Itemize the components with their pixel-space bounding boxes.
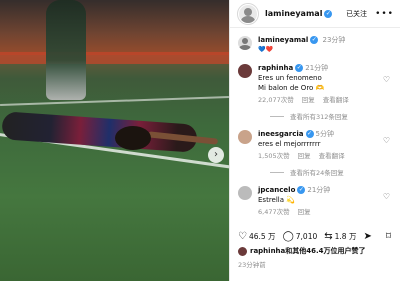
advertising-board xyxy=(0,52,229,64)
save-button[interactable]: ⌑ xyxy=(386,231,393,242)
share-button[interactable]: ➤ xyxy=(363,231,373,242)
comment-meta: 22,077次赞 回复 查看翻译 xyxy=(258,95,400,105)
username-text[interactable]: lamineyamal xyxy=(265,9,322,18)
comment-likes[interactable]: 22,077次赞 xyxy=(258,96,294,104)
comment-meta: 6,477次赞 回复 xyxy=(258,207,400,217)
verified-icon: ✓ xyxy=(297,186,306,194)
comment-time: 21分钟 xyxy=(307,186,331,194)
avatar[interactable] xyxy=(238,186,252,200)
comment-username[interactable]: raphinha xyxy=(258,64,293,72)
post-time: 23分钟前 xyxy=(238,261,266,269)
verified-icon: ✓ xyxy=(295,64,304,72)
verified-icon: ✓ xyxy=(305,130,314,138)
user-icon xyxy=(239,4,257,23)
heart-icon: ♡ xyxy=(238,230,247,242)
caption-body: lamineyamal ✓ 23分钟 💙❤️ xyxy=(258,35,400,55)
comment-text: eres el mejorrrrrrr xyxy=(258,140,321,148)
post-header: lamineyamal ✓ 已关注 ••• xyxy=(230,0,400,28)
next-photo-icon[interactable]: › xyxy=(208,147,224,163)
more-icon[interactable]: ••• xyxy=(375,9,394,19)
avatar[interactable] xyxy=(238,36,252,50)
repost-button[interactable]: ⇆ 1.8 万 xyxy=(324,231,356,242)
comment-username[interactable]: jpcancelo xyxy=(258,186,295,194)
post-panel: lamineyamal ✓ 已关注 ••• lamineyamal ✓ 23分钟 💙… xyxy=(229,0,400,281)
pitch-line xyxy=(0,96,229,106)
comment-body: jpcancelo ✓ 21分钟 Estrella 💫 6,477次赞 回复 xyxy=(258,185,400,217)
comment-text: Mi balon de Oro 🫶 xyxy=(258,84,325,92)
avatar xyxy=(238,246,247,256)
caption-time: 23分钟 xyxy=(322,36,346,44)
liked-by[interactable]: raphinha和其他46.4万位用户赞了 xyxy=(238,246,366,256)
translate-button[interactable]: 查看翻译 xyxy=(323,96,349,104)
avatar[interactable] xyxy=(238,130,252,144)
view-replies-button[interactable]: 查看所有312条回复 xyxy=(270,111,400,121)
comment-body: ineesgarcia ✓ 5分钟 eres el mejorrrrrrr 1,50… xyxy=(258,129,400,161)
likes-count: 46.5 万 xyxy=(248,231,276,241)
translate-button[interactable]: 查看翻译 xyxy=(319,152,345,160)
comment-time: 21分钟 xyxy=(305,64,329,72)
player-head xyxy=(115,126,151,150)
following-button[interactable]: 已关注 xyxy=(346,9,367,19)
caption-username[interactable]: lamineyamal xyxy=(258,36,308,44)
avatar[interactable] xyxy=(237,2,259,25)
comment-item: jpcancelo ✓ 21分钟 Estrella 💫 6,477次赞 回复 ♡ xyxy=(238,185,400,217)
post-username[interactable]: lamineyamal ✓ xyxy=(265,9,333,18)
comment-username[interactable]: ineesgarcia xyxy=(258,130,304,138)
comments-list: lamineyamal ✓ 23分钟 💙❤️ raphinha ✓ 21分钟 Eres… xyxy=(230,30,400,226)
standing-player xyxy=(46,0,86,100)
send-icon: ➤ xyxy=(363,230,372,242)
comment-icon: ◯ xyxy=(282,230,294,242)
comment-item: raphinha ✓ 21分钟 Eres un fenomeno Mi balon … xyxy=(238,63,400,105)
avatar[interactable] xyxy=(238,64,252,78)
comment-item: ineesgarcia ✓ 5分钟 eres el mejorrrrrrr 1,50… xyxy=(238,129,400,161)
repost-icon: ⇆ xyxy=(324,230,333,242)
bookmark-icon: ⌑ xyxy=(385,230,391,242)
comments-count: 7,010 xyxy=(295,231,318,241)
liked-by-text[interactable]: raphinha和其他46.4万位用户赞了 xyxy=(250,246,366,256)
comment-text: Estrella 💫 xyxy=(258,196,295,204)
comment-body: raphinha ✓ 21分钟 Eres un fenomeno Mi balon … xyxy=(258,63,400,105)
action-bar: ♡ 46.5 万 ◯ 7,010 ⇆ 1.8 万 ➤ ⌑ xyxy=(230,229,400,243)
view-replies-label[interactable]: 查看所有312条回复 xyxy=(290,111,348,121)
stadium-stands xyxy=(0,0,229,55)
like-heart-icon[interactable]: ♡ xyxy=(383,75,390,84)
caption: lamineyamal ✓ 23分钟 💙❤️ xyxy=(238,30,400,55)
comment-likes[interactable]: 6,477次赞 xyxy=(258,208,290,216)
comment-meta: 1,505次赞 回复 查看翻译 xyxy=(258,151,400,161)
comment-button[interactable]: ◯ 7,010 xyxy=(283,231,318,242)
verified-icon: ✓ xyxy=(324,9,333,18)
reply-button[interactable]: 回复 xyxy=(298,208,311,216)
post-photo: › xyxy=(0,0,229,281)
comment-time: 5分钟 xyxy=(315,130,334,138)
like-button[interactable]: ♡ 46.5 万 xyxy=(238,231,276,242)
like-heart-icon[interactable]: ♡ xyxy=(383,192,390,201)
comment-likes[interactable]: 1,505次赞 xyxy=(258,152,290,160)
comment-text: Eres un fenomeno xyxy=(258,74,322,82)
view-replies-label[interactable]: 查看所有24条回复 xyxy=(290,167,344,177)
shares-count: 1.8 万 xyxy=(334,231,357,241)
reply-button[interactable]: 回复 xyxy=(298,152,311,160)
reply-button[interactable]: 回复 xyxy=(302,96,315,104)
caption-text: 💙❤️ xyxy=(258,46,273,53)
view-replies-button[interactable]: 查看所有24条回复 xyxy=(270,167,400,177)
like-heart-icon[interactable]: ♡ xyxy=(383,136,390,145)
verified-icon: ✓ xyxy=(310,36,319,44)
